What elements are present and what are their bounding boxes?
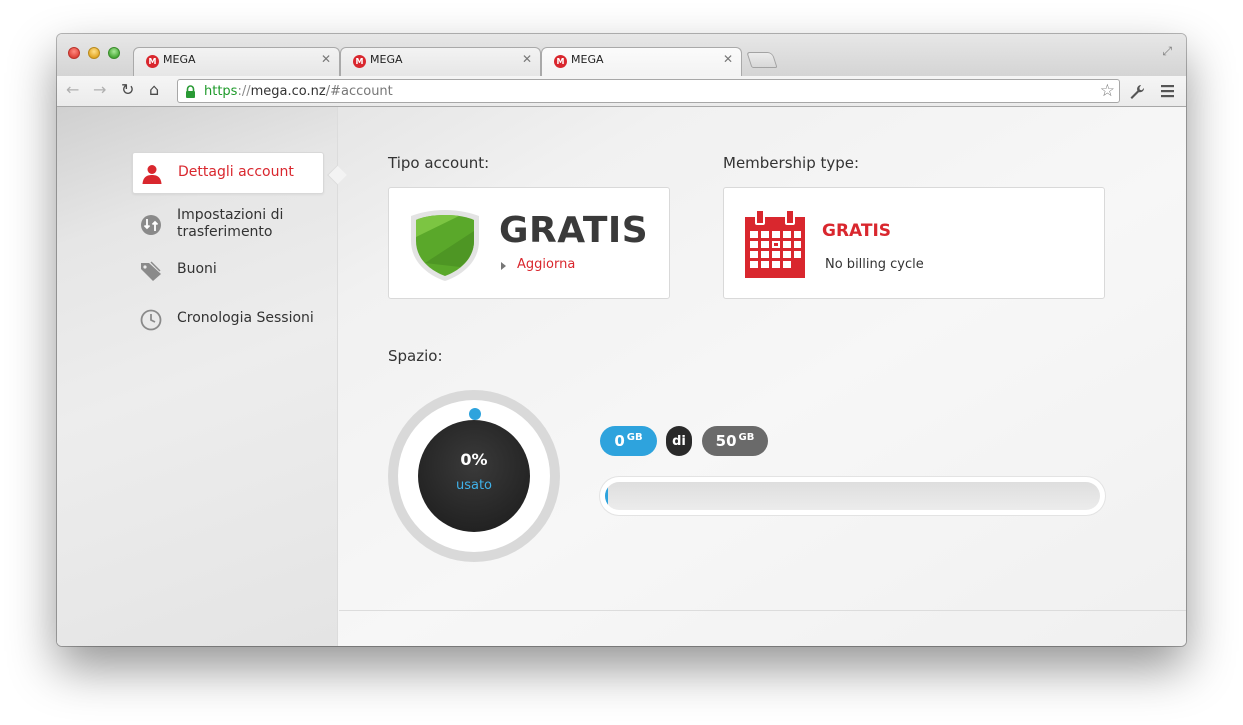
zoom-window-button[interactable] [108, 47, 120, 59]
membership-card: GRATIS No billing cycle [723, 187, 1105, 299]
calendar-icon [745, 209, 805, 278]
close-window-button[interactable] [68, 47, 80, 59]
reload-icon[interactable]: ↻ [121, 80, 134, 100]
sidebar-item-label: Buoni [177, 261, 217, 277]
tab-close-icon[interactable]: ✕ [723, 52, 733, 66]
membership-type-label: Membership type: [723, 154, 860, 172]
mega-favicon-icon: M [146, 55, 159, 68]
tab-title: MEGA [163, 53, 196, 66]
upgrade-link[interactable]: Aggiorna [517, 257, 575, 272]
sidebar-item-session-history[interactable]: Cronologia Sessioni [132, 299, 324, 341]
voucher-tag-icon [141, 261, 161, 281]
account-type-value: GRATIS [499, 210, 649, 251]
storage-progress-fill [605, 482, 608, 510]
mega-favicon-icon: M [353, 55, 366, 68]
address-bar[interactable]: https://mega.co.nz/#account ☆ [177, 79, 1120, 103]
of-separator-badge: di [666, 426, 692, 456]
clock-icon [140, 309, 162, 331]
browser-tab-3-active[interactable]: M MEGA ✕ [541, 47, 742, 76]
storage-progress-bar [600, 477, 1105, 515]
home-icon[interactable]: ⌂ [149, 80, 159, 100]
fullscreen-icon[interactable]: ⤢ [1162, 44, 1172, 59]
wrench-icon[interactable] [1128, 83, 1146, 101]
total-space-badge: 50 GB [702, 426, 768, 456]
sidebar-item-label: Cronologia Sessioni [177, 310, 314, 326]
tab-close-icon[interactable]: ✕ [522, 52, 532, 66]
tab-title: MEGA [370, 53, 403, 66]
bookmark-star-icon[interactable]: ☆ [1100, 81, 1115, 101]
tab-title: MEGA [571, 53, 604, 66]
user-icon [142, 165, 162, 184]
storage-percent: 0% [460, 450, 488, 469]
sidebar-item-transfer-settings[interactable]: Impostazioni di trasferimento [132, 204, 324, 246]
shield-icon [411, 210, 479, 281]
storage-used-label: usato [455, 478, 493, 493]
new-tab-button[interactable] [746, 52, 778, 68]
browser-toolbar: ← → ↻ ⌂ https://mega.co.nz/#account ☆ [57, 76, 1186, 107]
browser-tab-1[interactable]: M MEGA ✕ [133, 47, 340, 76]
storage-usage-donut: 0% usato [388, 390, 560, 562]
membership-type-value: GRATIS [822, 221, 892, 241]
caret-right-icon [501, 262, 506, 270]
menu-icon[interactable] [1160, 84, 1175, 98]
browser-window: M MEGA ✕ M MEGA ✕ M MEGA ✕ ⤢ ← → ↻ ⌂ htt… [57, 34, 1186, 646]
lock-icon [186, 85, 195, 98]
sidebar-item-label: Impostazioni di trasferimento [177, 207, 284, 240]
tab-strip: M MEGA ✕ M MEGA ✕ M MEGA ✕ ⤢ [57, 34, 1186, 76]
content-divider [339, 610, 1186, 611]
used-space-badge: 0 GB [600, 426, 657, 456]
transfer-icon [141, 215, 161, 235]
sidebar-item-label: Dettagli account [178, 164, 294, 180]
storage-label: Spazio: [388, 347, 443, 365]
minimize-window-button[interactable] [88, 47, 100, 59]
account-type-label: Tipo account: [388, 154, 490, 172]
billing-cycle-text: No billing cycle [825, 257, 924, 272]
usage-indicator-dot [469, 408, 481, 420]
account-type-card: GRATIS Aggiorna [388, 187, 670, 299]
tab-close-icon[interactable]: ✕ [321, 52, 331, 66]
sidebar-item-account-details[interactable]: Dettagli account [132, 152, 324, 194]
sidebar-item-vouchers[interactable]: Buoni [132, 250, 324, 292]
back-arrow-icon[interactable]: ← [66, 80, 79, 100]
forward-arrow-icon[interactable]: → [93, 80, 106, 100]
browser-tab-2[interactable]: M MEGA ✕ [340, 47, 541, 76]
account-sidebar: Dettagli account Impostazioni di trasfer… [57, 107, 338, 646]
account-main: Tipo account: GRATIS Aggiorna Membership… [339, 107, 1186, 646]
url-text: https://mega.co.nz/#account [204, 84, 393, 99]
mega-favicon-icon: M [554, 55, 567, 68]
page-content: Dettagli account Impostazioni di trasfer… [57, 107, 1186, 646]
